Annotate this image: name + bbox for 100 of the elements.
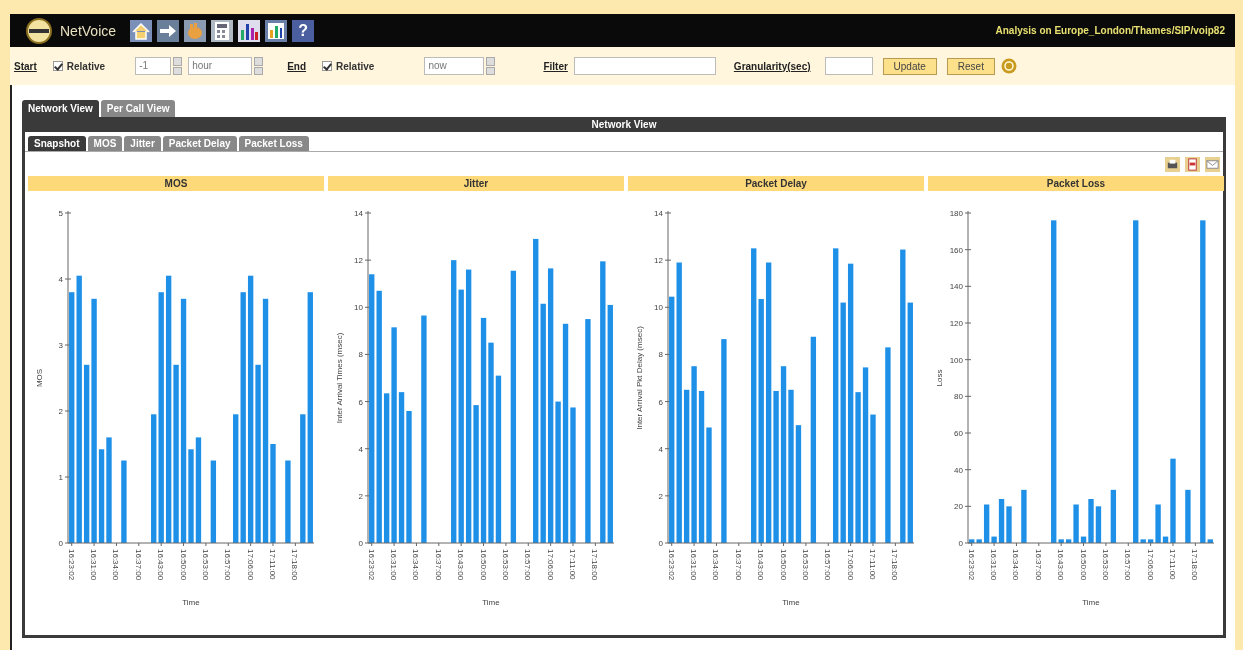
- tick-label: 2: [658, 491, 663, 501]
- bar: [1110, 489, 1117, 543]
- toolbar-button[interactable]: Update: [882, 57, 937, 75]
- tick-label: 6: [658, 397, 663, 407]
- panel-title: Network View: [25, 117, 1223, 132]
- tick-label: 16:23:02: [966, 549, 976, 581]
- sub-tab[interactable]: MOS: [87, 136, 123, 151]
- chart-title: MOS: [28, 176, 324, 191]
- tick-label: 40: [954, 465, 963, 475]
- context-title: Analysis on Europe_London/Thames/SIP/voip82: [995, 25, 1225, 36]
- tick-label: 17:11:00: [268, 549, 277, 580]
- tick-label: 17:06:00: [1145, 549, 1155, 581]
- tick-label: 5: [58, 209, 63, 218]
- tick-label: 6: [358, 397, 363, 407]
- start-link[interactable]: Start: [14, 60, 37, 72]
- tick-label: 16:34:00: [1011, 549, 1021, 581]
- tick-label: 10: [354, 303, 363, 313]
- tick-label: 60: [954, 429, 963, 438]
- granularity-link[interactable]: Granularity(sec): [733, 60, 811, 72]
- end-time-field[interactable]: now: [424, 57, 485, 75]
- tick-label: 10: [654, 303, 663, 313]
- print-icon[interactable]: [1165, 156, 1180, 172]
- app-name: NetVoice: [60, 22, 117, 39]
- tick-label: 17:11:00: [868, 549, 877, 580]
- tick-label: 4: [58, 275, 63, 284]
- tick-label: 8: [658, 350, 663, 360]
- logo-icon: [26, 17, 52, 44]
- axis-title: Time: [782, 598, 800, 607]
- bar-chart-icon[interactable]: [265, 19, 288, 42]
- tick-label: 3: [58, 341, 63, 350]
- tick-label: 16:43:00: [1056, 549, 1066, 581]
- tick-label: 16:31:00: [989, 549, 999, 581]
- bar: [1021, 489, 1027, 543]
- tick-label: 4: [658, 444, 663, 454]
- sub-tab[interactable]: Snapshot: [28, 136, 86, 151]
- checkbox-label: Relative: [336, 60, 375, 72]
- tick-label: 16:37:00: [133, 549, 143, 581]
- tick-label: 17:06:00: [545, 549, 555, 581]
- relative-checkbox[interactable]: [322, 61, 333, 71]
- tick-label: 16:57:00: [523, 549, 533, 581]
- tick-label: 17:18:00: [1190, 549, 1200, 581]
- tick-label: 0: [58, 539, 63, 548]
- tick-label: 100: [949, 355, 963, 365]
- sub-tab[interactable]: Jitter: [124, 136, 161, 151]
- filter-field[interactable]: [573, 57, 716, 75]
- document-icon[interactable]: [1185, 156, 1200, 172]
- help-button[interactable]: ?: [292, 19, 315, 42]
- tick-label: 17:06:00: [845, 549, 855, 581]
- tick-label: 16:43:00: [456, 549, 466, 581]
- tick-label: 180: [949, 209, 963, 218]
- axis-title: MOS: [35, 368, 44, 388]
- axis-title: Inter Arrival Times (msec): [335, 332, 344, 424]
- chart-title: Jitter: [328, 176, 624, 191]
- tick-label: 16:53:00: [1100, 549, 1110, 581]
- view-tab[interactable]: Per Call View: [100, 100, 176, 117]
- tick-label: 17:18:00: [890, 549, 900, 581]
- tick-label: 140: [949, 282, 963, 292]
- bar-chart-icon[interactable]: [238, 19, 261, 42]
- tick-label: 16:37:00: [433, 549, 443, 581]
- tick-label: 16:43:00: [756, 549, 766, 581]
- tick-label: 16:50:00: [778, 549, 788, 581]
- tick-label: 160: [949, 245, 963, 255]
- sub-tab[interactable]: Packet Loss: [238, 136, 309, 151]
- calculator-icon[interactable]: [211, 19, 234, 42]
- home-icon[interactable]: [130, 19, 153, 42]
- axis-title: Loss: [935, 369, 944, 387]
- tick-label: 20: [954, 502, 963, 512]
- tick-label: 12: [354, 256, 363, 266]
- relative-checkbox[interactable]: [52, 61, 63, 71]
- tick-label: 14: [654, 209, 663, 218]
- tick-label: 16:53:00: [200, 549, 210, 581]
- tick-label: 16:57:00: [1123, 549, 1133, 581]
- tick-label: 8: [358, 350, 363, 360]
- bar: [1185, 489, 1191, 543]
- hand-icon[interactable]: [184, 19, 207, 42]
- tick-label: 17:06:00: [245, 549, 255, 581]
- tick-label: 12: [654, 256, 663, 266]
- tick-label: 17:18:00: [290, 549, 300, 581]
- sub-tab[interactable]: Packet Delay: [162, 136, 237, 151]
- unit-field[interactable]: hour: [188, 57, 253, 75]
- toolbar-button[interactable]: Reset: [946, 57, 995, 75]
- email-icon[interactable]: [1205, 156, 1220, 172]
- filter-link[interactable]: Filter: [543, 60, 568, 72]
- tick-label: 16:53:00: [800, 549, 810, 581]
- tick-label: 120: [949, 319, 963, 328]
- tick-label: 16:50:00: [1078, 549, 1088, 581]
- tick-label: 16:37:00: [733, 549, 743, 581]
- tick-label: 16:43:00: [156, 549, 166, 581]
- tick-label: 16:31:00: [689, 549, 699, 581]
- chart-title: Packet Delay: [628, 176, 924, 191]
- checkbox-label: Relative: [66, 60, 106, 72]
- tick-label: 16:34:00: [711, 549, 721, 581]
- axis-title: Time: [1082, 598, 1100, 607]
- tick-label: 16:57:00: [823, 549, 833, 581]
- granularity-field[interactable]: [824, 57, 873, 75]
- view-tab[interactable]: Network View: [22, 100, 99, 117]
- amount-field[interactable]: -1: [135, 57, 172, 75]
- tick-label: 16:31:00: [89, 549, 99, 581]
- end-link[interactable]: End: [287, 60, 307, 72]
- tick-label: 16:53:00: [500, 549, 510, 581]
